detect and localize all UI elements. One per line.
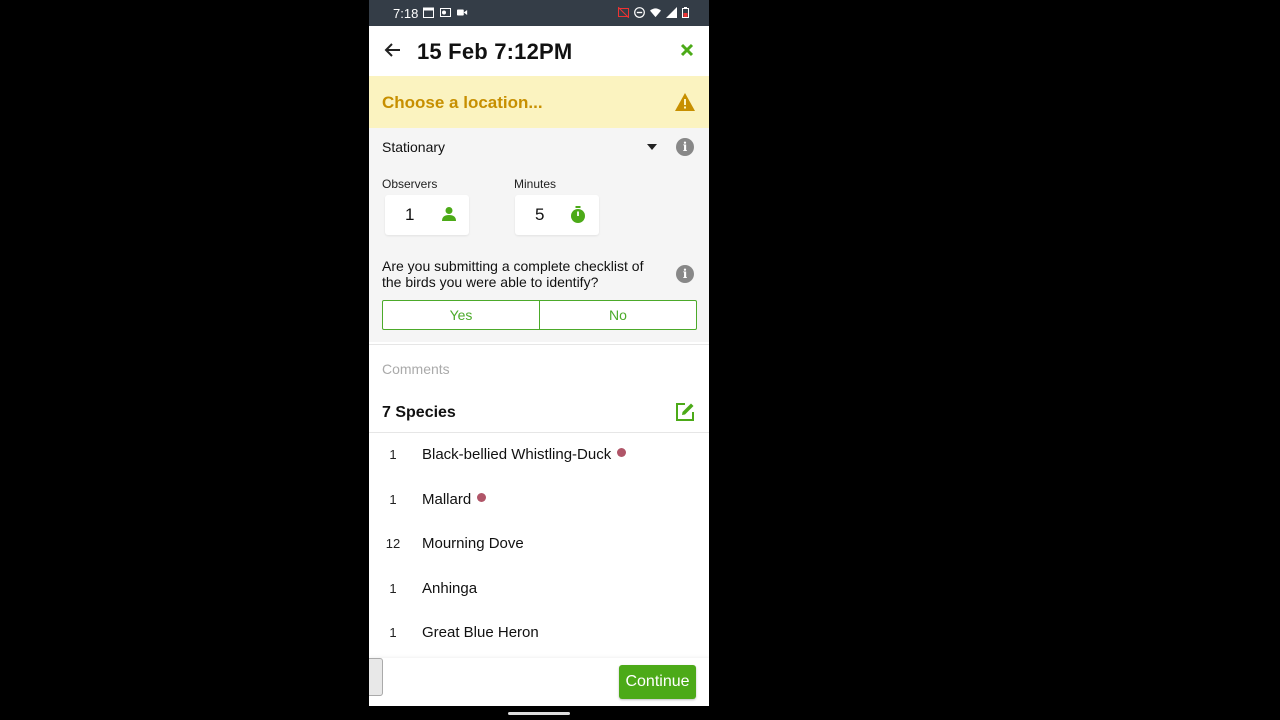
outlook-icon [440,8,451,17]
species-count: 12 [385,536,401,551]
location-banner[interactable]: Choose a location... [369,76,709,128]
protocol-info-icon[interactable]: i [676,138,694,156]
observers-label: Observers [382,177,438,191]
species-name-wrap: Mallard [422,491,487,508]
status-bar: 7:18 [369,0,709,26]
species-count: 1 [389,625,397,640]
observers-field[interactable]: 1 [385,195,469,235]
warning-icon [675,93,695,111]
species-name: Great Blue Heron [422,624,539,641]
phone-screen: 7:18 15 Feb 7:12PM Choose a location... [369,0,709,706]
signal-icon [666,7,677,18]
flag-dot-icon [617,448,627,457]
back-arrow-icon[interactable] [383,40,403,60]
species-row[interactable]: 1 Anhinga [369,567,709,611]
species-name-wrap: Black-bellied Whistling-Duck [422,446,627,463]
battery-low-icon [682,7,689,18]
minutes-label: Minutes [514,177,557,191]
bottom-action-bar: Continue [369,658,709,706]
comments-placeholder: Comments [382,361,450,377]
species-row[interactable]: 1 Great Blue Heron [369,611,709,655]
species-count: 1 [389,492,397,507]
complete-info-icon[interactable]: i [676,265,694,283]
comments-field[interactable]: Comments [369,344,709,392]
checklist-details: Stationary i Observers Minutes 1 5 Are y… [369,128,709,342]
species-name: Mourning Dove [422,535,524,552]
do-not-disturb-icon [634,7,645,18]
side-drawer-handle[interactable] [369,658,383,696]
status-time: 7:18 [393,6,419,21]
close-icon[interactable] [679,42,695,58]
flag-dot-icon [477,493,487,502]
choose-location-label: Choose a location... [382,93,543,112]
continue-button[interactable]: Continue [619,665,696,699]
protocol-select[interactable]: Stationary [382,139,445,155]
minutes-field[interactable]: 5 [515,195,599,235]
species-row[interactable]: 1 Mallard [369,478,709,522]
home-indicator[interactable] [508,712,570,715]
status-notification-icons [423,7,468,18]
complete-checklist-question: Are you submitting a complete checklist … [382,258,644,290]
species-row[interactable]: 12 Mourning Dove [369,522,709,566]
edit-icon[interactable] [675,402,695,422]
chevron-down-icon[interactable] [647,144,657,150]
complete-toggle: Yes No [382,300,697,330]
species-name: Black-bellied Whistling-Duck [422,446,612,463]
app-bar: 15 Feb 7:12PM [369,26,709,76]
species-name: Anhinga [422,580,478,597]
calendar-icon [423,7,434,18]
species-count: 1 [389,581,397,596]
minutes-value: 5 [535,205,545,224]
species-row[interactable]: 1 Black-bellied Whistling-Duck [369,433,709,477]
wifi-icon [650,8,661,18]
yes-button[interactable]: Yes [383,301,539,329]
person-icon [442,207,456,221]
species-header: 7 Species [369,391,709,433]
observers-value: 1 [405,205,415,224]
species-count-title: 7 Species [382,404,456,421]
species-count: 1 [389,447,397,462]
no-button[interactable]: No [539,301,696,329]
cast-icon [618,7,629,18]
status-system-icons [618,7,689,18]
stopwatch-icon [571,206,585,223]
species-name: Mallard [422,491,472,508]
page-title: 15 Feb 7:12PM [417,39,573,64]
video-camera-icon [457,9,468,16]
